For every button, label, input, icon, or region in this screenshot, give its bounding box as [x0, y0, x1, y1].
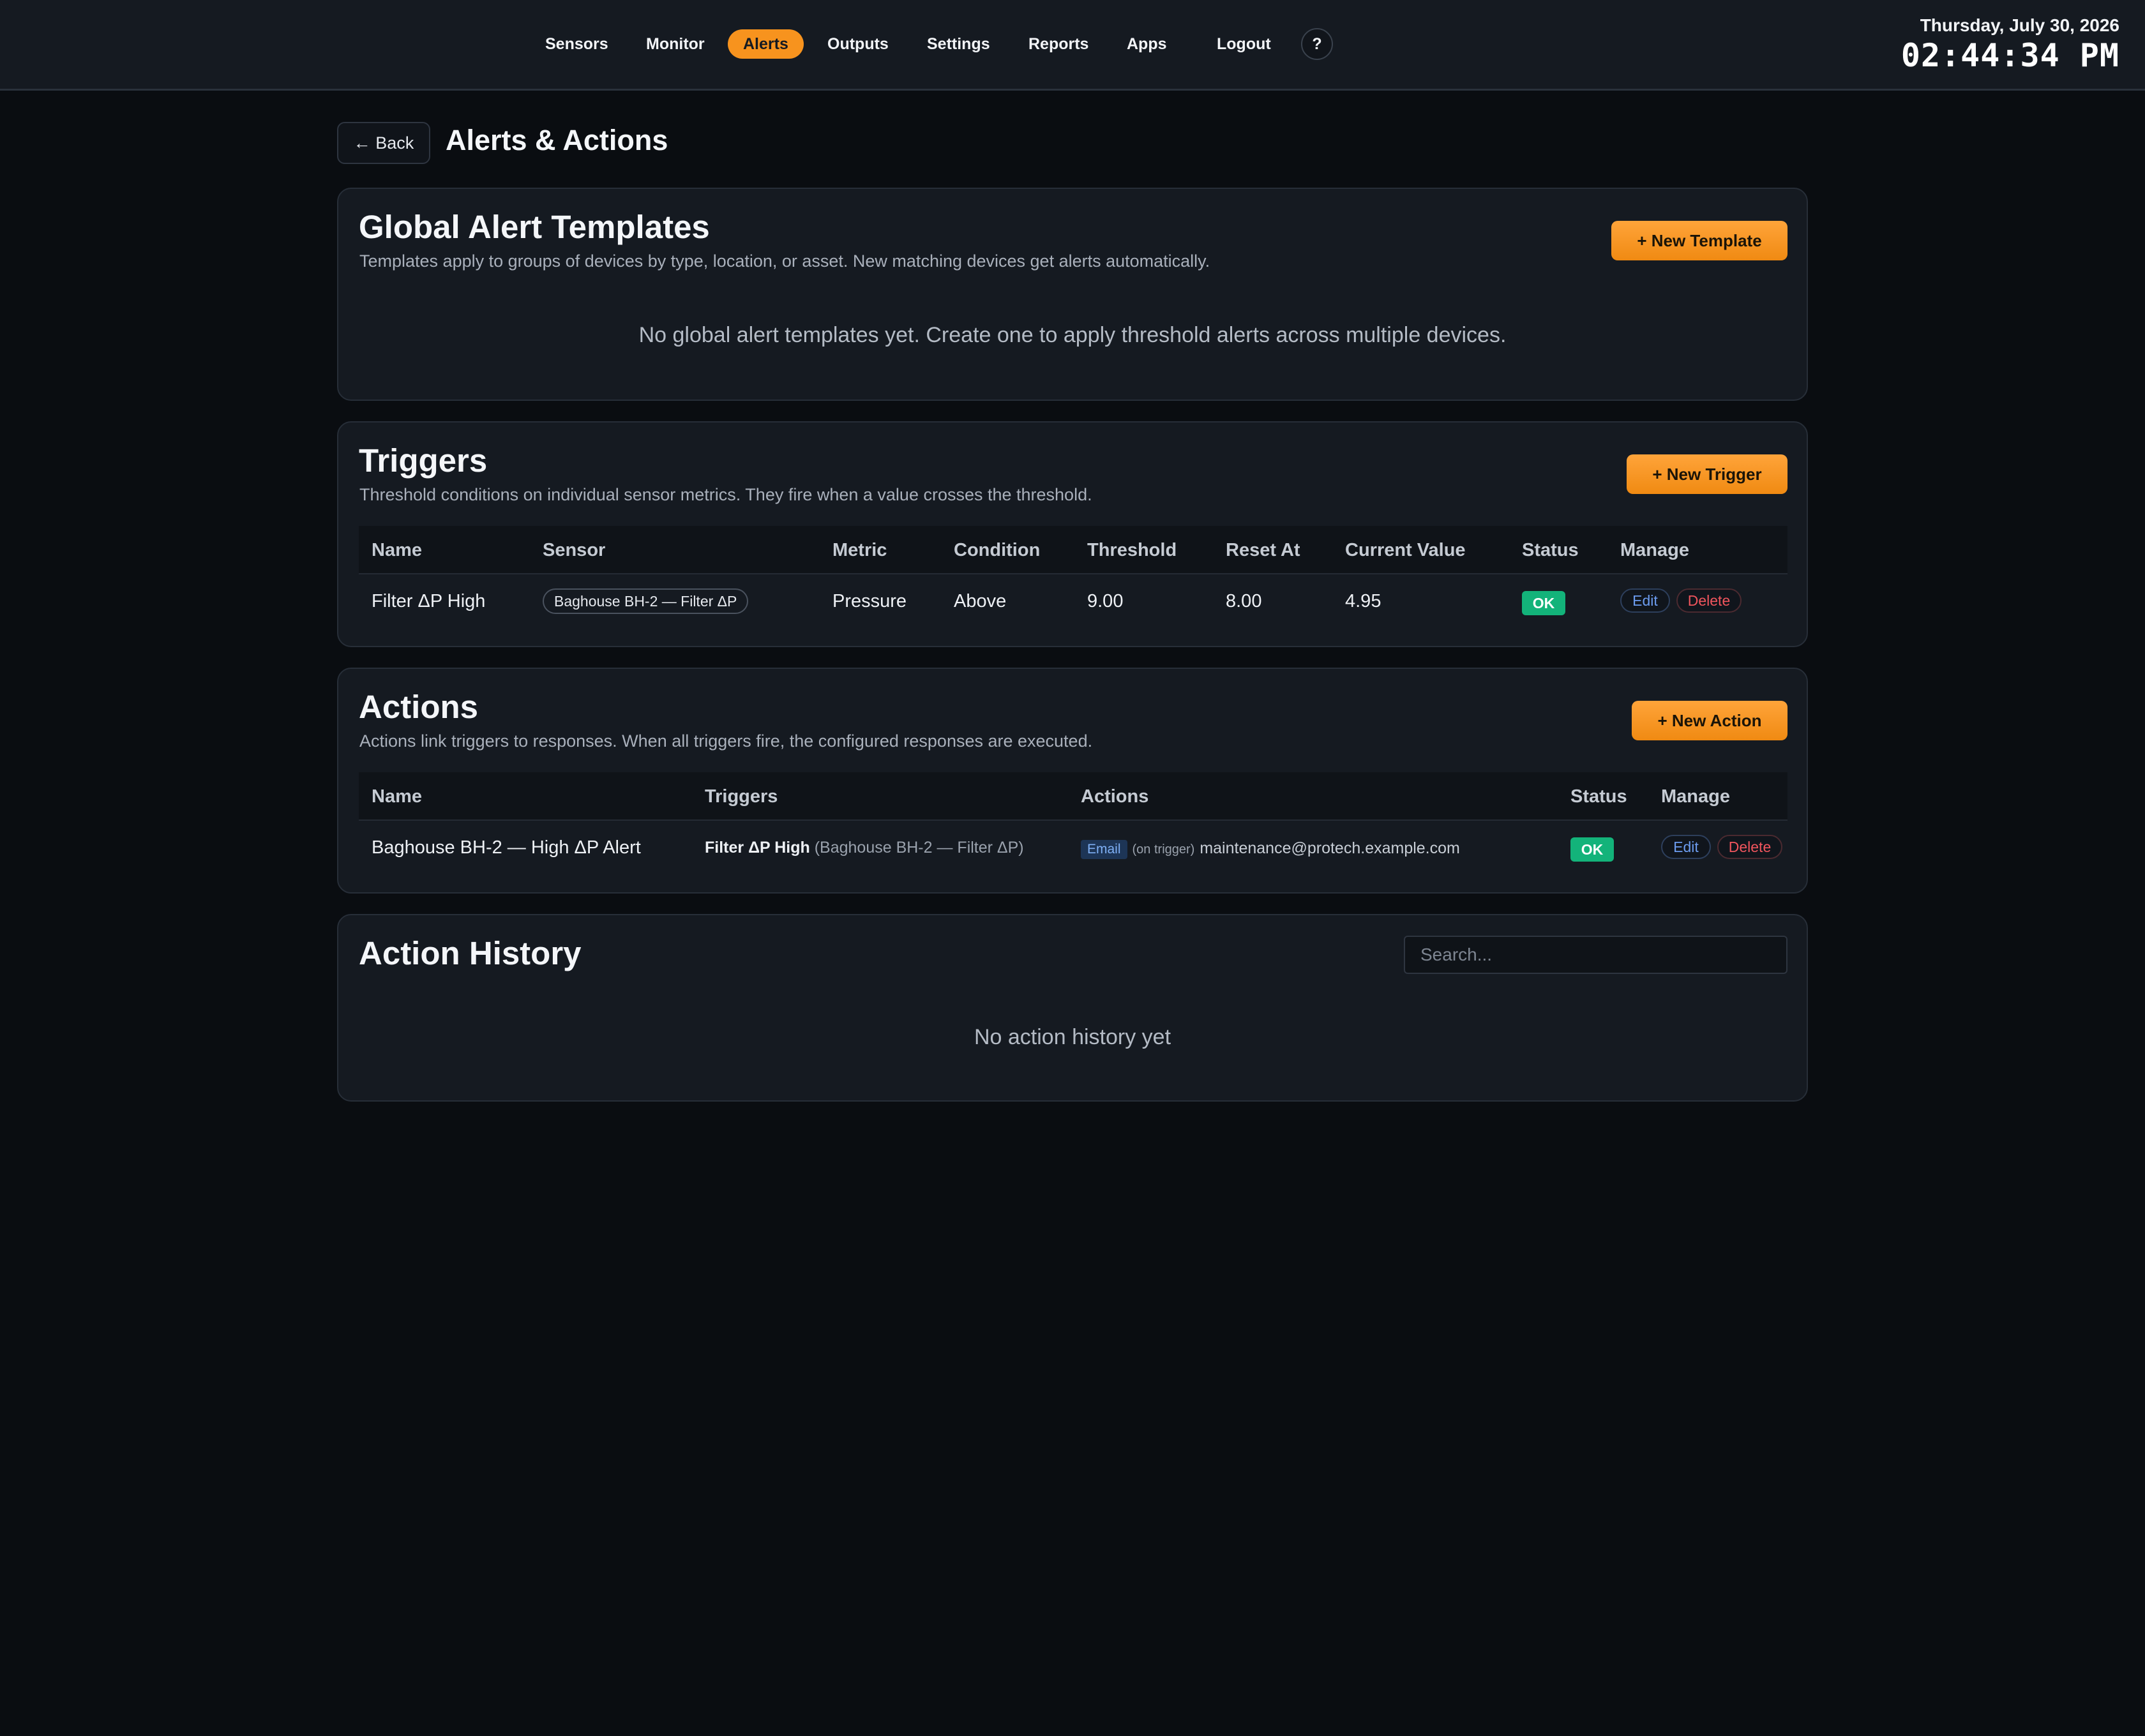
- actions-table-header: Name Triggers Actions Status Manage: [359, 772, 1787, 821]
- trigger-name: Filter ΔP High: [372, 591, 486, 611]
- help-button[interactable]: ?: [1301, 28, 1333, 60]
- new-trigger-button[interactable]: + New Trigger: [1627, 454, 1787, 494]
- trigger-reset-at: 8.00: [1226, 591, 1262, 611]
- triggers-table: Name Sensor Metric Condition Threshold R…: [359, 526, 1787, 628]
- col-sensor: Sensor: [543, 540, 606, 560]
- new-action-button[interactable]: + New Action: [1632, 701, 1787, 740]
- nav-sensors[interactable]: Sensors: [530, 29, 624, 59]
- nav-apps[interactable]: Apps: [1111, 29, 1182, 59]
- col-name: Name: [372, 540, 422, 560]
- back-button[interactable]: ← Back: [337, 122, 430, 164]
- edit-action-button[interactable]: Edit: [1661, 835, 1711, 859]
- actions-card: Actions Actions link triggers to respons…: [337, 668, 1808, 894]
- nav-settings[interactable]: Settings: [912, 29, 1005, 59]
- templates-title: Global Alert Templates: [359, 209, 710, 245]
- delete-trigger-button[interactable]: Delete: [1676, 588, 1742, 613]
- col-reset-at: Reset At: [1226, 540, 1300, 560]
- templates-description: Templates apply to groups of devices by …: [359, 251, 1210, 271]
- trigger-metric: Pressure: [832, 591, 907, 611]
- nav-logout[interactable]: Logout: [1201, 29, 1286, 59]
- sensor-pill: Baghouse BH-2 — Filter ΔP: [543, 588, 749, 614]
- col-status: Status: [1522, 540, 1579, 560]
- trigger-current-value: 4.95: [1345, 591, 1381, 611]
- triggers-title: Triggers: [359, 442, 488, 479]
- col-current-value: Current Value: [1345, 540, 1466, 560]
- history-card: Action History No action history yet: [337, 914, 1808, 1102]
- col-triggers: Triggers: [705, 786, 778, 807]
- nav-alerts[interactable]: Alerts: [728, 29, 804, 59]
- actions-table: Name Triggers Actions Status Manage Bagh…: [359, 772, 1787, 874]
- action-responses: Email (on trigger) maintenance@protech.exa…: [1081, 837, 1460, 859]
- email-tag: Email: [1081, 840, 1127, 859]
- col-condition: Condition: [954, 540, 1041, 560]
- history-empty-message: No action history yet: [974, 1025, 1171, 1049]
- action-trigger-name: Filter ΔP High: [705, 839, 810, 857]
- history-title: Action History: [359, 935, 582, 971]
- triggers-table-header: Name Sensor Metric Condition Threshold R…: [359, 526, 1787, 574]
- trigger-threshold: 9.00: [1087, 591, 1124, 611]
- col-actions: Actions: [1081, 786, 1149, 807]
- templates-empty-message: No global alert templates yet. Create on…: [638, 323, 1507, 347]
- col-manage: Manage: [1661, 786, 1730, 807]
- new-template-button[interactable]: + New Template: [1611, 221, 1787, 260]
- nav-reports[interactable]: Reports: [1013, 29, 1104, 59]
- col-manage: Manage: [1620, 540, 1689, 560]
- templates-card: Global Alert Templates Templates apply t…: [337, 188, 1808, 401]
- action-triggers: Filter ΔP High (Baghouse BH-2 — Filter Δ…: [705, 839, 1024, 857]
- page-title: Alerts & Actions: [446, 124, 668, 156]
- col-name: Name: [372, 786, 422, 807]
- actions-title: Actions: [359, 689, 479, 725]
- top-nav-bar: Sensors Monitor Alerts Outputs Settings …: [0, 0, 2145, 91]
- history-search-input[interactable]: [1404, 936, 1787, 974]
- triggers-description: Threshold conditions on individual senso…: [359, 485, 1092, 504]
- clock-time: 02:44:34 PM: [1900, 37, 2119, 74]
- table-row: Filter ΔP High Baghouse BH-2 — Filter ΔP…: [359, 576, 1787, 628]
- email-address: maintenance@protech.example.com: [1200, 839, 1460, 857]
- edit-trigger-button[interactable]: Edit: [1620, 588, 1670, 613]
- on-trigger-label: (on trigger): [1132, 842, 1195, 857]
- col-status: Status: [1570, 786, 1627, 807]
- col-metric: Metric: [832, 540, 887, 560]
- col-threshold: Threshold: [1087, 540, 1177, 560]
- delete-action-button[interactable]: Delete: [1717, 835, 1782, 859]
- trigger-condition: Above: [954, 591, 1007, 611]
- nav-monitor[interactable]: Monitor: [631, 29, 720, 59]
- action-name: Baghouse BH-2 — High ΔP Alert: [372, 837, 641, 858]
- table-row: Baghouse BH-2 — High ΔP Alert Filter ΔP …: [359, 822, 1787, 874]
- triggers-card: Triggers Threshold conditions on individ…: [337, 421, 1808, 647]
- status-badge: OK: [1522, 591, 1565, 615]
- nav-outputs[interactable]: Outputs: [812, 29, 904, 59]
- action-trigger-detail: (Baghouse BH-2 — Filter ΔP): [814, 839, 1024, 857]
- status-badge: OK: [1570, 837, 1614, 862]
- actions-description: Actions link triggers to responses. When…: [359, 731, 1093, 751]
- clock-date: Thursday, July 30, 2026: [1920, 15, 2119, 35]
